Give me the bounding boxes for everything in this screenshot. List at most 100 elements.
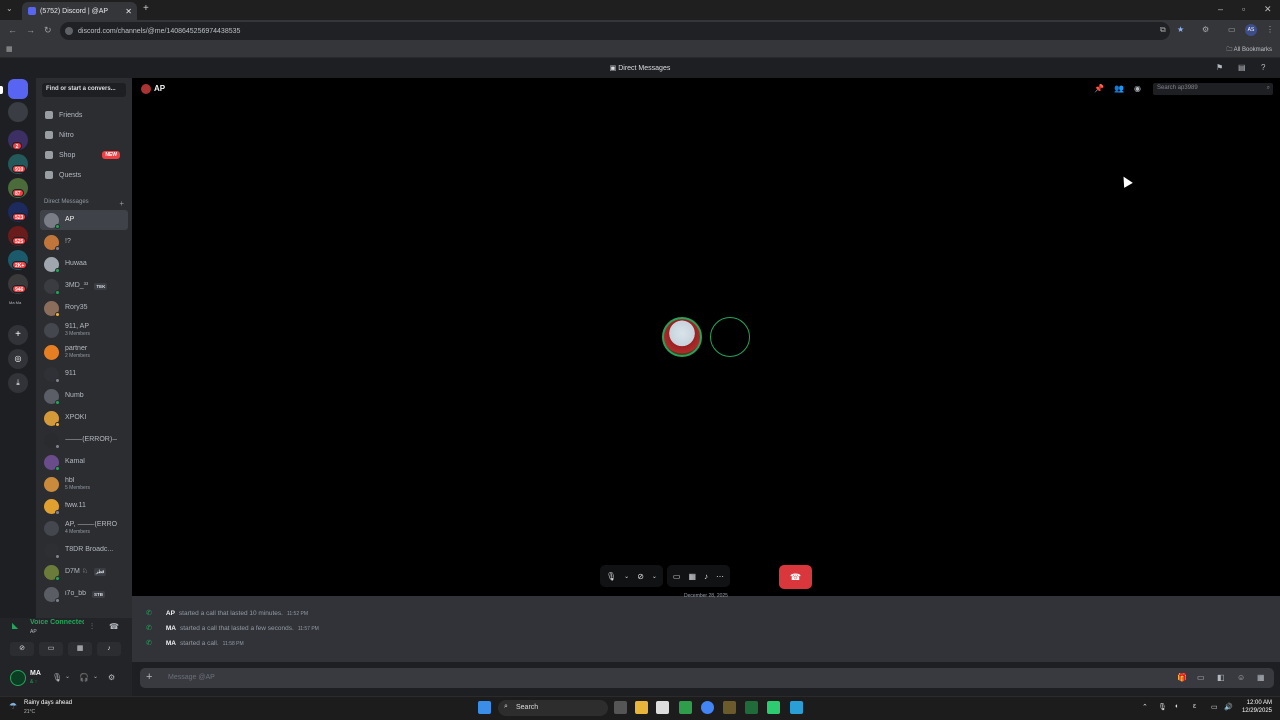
discover-compass-icon[interactable]: ◎ bbox=[8, 349, 28, 369]
dm-item[interactable]: Rory35 bbox=[40, 298, 128, 318]
chrome-icon[interactable] bbox=[701, 701, 714, 714]
tab-close-icon[interactable]: ✕ bbox=[125, 7, 132, 16]
mic-icon[interactable]: 🎙 bbox=[52, 673, 62, 682]
dm-item[interactable]: AP, ⸻(ERRO...4 Members bbox=[40, 518, 128, 538]
dm-item[interactable]: 911, AP 3 Members bbox=[40, 320, 128, 340]
activities-button[interactable]: ▦ bbox=[68, 642, 92, 656]
cast-icon[interactable]: ▭ bbox=[1228, 25, 1236, 34]
task-view-icon[interactable] bbox=[614, 701, 627, 714]
clock[interactable]: 12:00 AM 12/29/2025 bbox=[1236, 699, 1272, 715]
chevron-down-icon[interactable]: ⌄ bbox=[65, 673, 70, 680]
dm-item[interactable]: Numb bbox=[40, 386, 128, 406]
create-dm-icon[interactable]: + bbox=[119, 199, 124, 208]
nav-nitro[interactable]: Nitro bbox=[40, 126, 128, 144]
message-input[interactable]: Message @AP bbox=[168, 674, 215, 681]
voice-status[interactable]: Voice Connected bbox=[30, 619, 84, 626]
disconnect-icon[interactable]: ☎ bbox=[109, 622, 119, 631]
soundboard-icon[interactable]: ♪ bbox=[704, 572, 708, 581]
taskbar-search[interactable]: ⌕ Search bbox=[498, 700, 608, 716]
weather-icon[interactable]: ☂ bbox=[9, 701, 17, 712]
home-discord-icon[interactable] bbox=[8, 79, 28, 99]
user-name[interactable]: MA bbox=[30, 670, 41, 677]
chevron-down-icon[interactable]: ⌄ bbox=[624, 573, 629, 580]
reload-icon[interactable]: ↻ bbox=[44, 25, 52, 36]
apps-icon[interactable]: ▦ bbox=[6, 45, 13, 53]
search-input[interactable]: Search ap3989 ⌕ bbox=[1153, 83, 1273, 95]
emoji-icon[interactable]: ☺ bbox=[1237, 673, 1245, 682]
apps-grid-icon[interactable]: ▦ bbox=[1257, 673, 1265, 682]
end-call-button[interactable]: ☎ bbox=[779, 565, 812, 589]
screenshare-button[interactable]: ▭ bbox=[39, 642, 63, 656]
video-toggle-button[interactable]: ⊘ bbox=[10, 642, 34, 656]
profile-avatar[interactable]: AS bbox=[1245, 24, 1257, 36]
pin-icon[interactable]: 📌 bbox=[1094, 84, 1104, 93]
window-close-icon[interactable]: ✕ bbox=[1264, 4, 1272, 15]
add-friends-icon[interactable]: 👥 bbox=[1114, 84, 1124, 93]
dm-item[interactable]: hbl 5 Members bbox=[40, 474, 128, 494]
maximize-icon[interactable]: ▫ bbox=[1242, 4, 1245, 14]
dm-item[interactable]: i7o_bb STB bbox=[40, 584, 128, 604]
forward-icon[interactable]: → bbox=[26, 25, 35, 35]
site-info-icon[interactable] bbox=[65, 27, 73, 35]
dm-item[interactable]: Huwaa bbox=[40, 254, 128, 274]
inbox-icon[interactable]: ▤ bbox=[1238, 63, 1246, 72]
upload-plus-icon[interactable]: + bbox=[146, 671, 152, 683]
help-icon[interactable]: ? bbox=[1261, 63, 1265, 72]
more-icon[interactable]: ⋯ bbox=[716, 572, 724, 581]
dm-item[interactable]: !? bbox=[40, 232, 128, 252]
dm-item[interactable]: 3MD_³³ TEK bbox=[40, 276, 128, 296]
app-icon[interactable] bbox=[767, 701, 780, 714]
nav-quests[interactable]: Quests bbox=[40, 166, 128, 184]
camera-off-icon[interactable]: ⊘ bbox=[637, 572, 644, 581]
activities-icon[interactable]: ▦ bbox=[688, 572, 696, 581]
tray-lang-icon[interactable]: ε bbox=[1193, 703, 1196, 710]
tray-app-icon[interactable]: ◐ bbox=[1175, 703, 1179, 710]
browser-tab[interactable]: (5752) Discord | @AP ✕ bbox=[22, 2, 137, 20]
dm-item[interactable]: D7M ♘ قطر bbox=[40, 562, 128, 582]
server-icon[interactable] bbox=[8, 102, 28, 122]
nav-friends[interactable]: Friends bbox=[40, 106, 128, 124]
tray-mic-icon[interactable]: 🎙 bbox=[1158, 703, 1167, 711]
call-participant-avatar[interactable] bbox=[710, 317, 750, 357]
chevron-down-icon[interactable]: ⌄ bbox=[93, 673, 98, 680]
download-icon[interactable]: ⤓ bbox=[8, 373, 28, 393]
translate-icon[interactable]: ⧉ bbox=[1160, 25, 1166, 35]
file-explorer-icon[interactable] bbox=[635, 701, 648, 714]
dm-item[interactable]: partner 2 Members bbox=[40, 342, 128, 362]
excel-icon[interactable] bbox=[745, 701, 758, 714]
windows-start-icon[interactable] bbox=[478, 701, 491, 714]
mic-icon[interactable]: 🎙 bbox=[606, 572, 616, 581]
soundboard-button[interactable]: ♪ bbox=[97, 642, 121, 656]
minimize-icon[interactable]: – bbox=[1218, 4, 1223, 14]
network-icon[interactable]: ▭ bbox=[1211, 703, 1218, 711]
dm-item[interactable]: T8DR Broadc... bbox=[40, 540, 128, 560]
inbox-flag-icon[interactable]: ⚑ bbox=[1216, 63, 1223, 72]
call-participant-avatar[interactable] bbox=[662, 317, 702, 357]
profile-icon[interactable]: ◉ bbox=[1134, 84, 1141, 93]
telegram-icon[interactable] bbox=[790, 701, 803, 714]
sticker-icon[interactable]: ◧ bbox=[1217, 673, 1225, 682]
extensions-icon[interactable]: ⚙ bbox=[1202, 25, 1209, 34]
chevron-down-icon[interactable]: ⌄ bbox=[652, 573, 657, 580]
avatar[interactable] bbox=[10, 670, 26, 686]
url-input[interactable]: discord.com/channels/@me/140864525697443… bbox=[60, 22, 1170, 40]
weather-title[interactable]: Rainy days ahead bbox=[24, 700, 72, 706]
back-icon[interactable]: ← bbox=[8, 25, 17, 35]
dm-item[interactable]: ⸻(ERROR)⸻ bbox=[40, 430, 128, 450]
gif-icon[interactable]: ▭ bbox=[1197, 673, 1205, 682]
menu-icon[interactable]: ⋮ bbox=[1266, 25, 1274, 34]
all-bookmarks-link[interactable]: 🗀 All Bookmarks bbox=[1226, 45, 1272, 55]
find-conversation-button[interactable]: Find or start a convers... bbox=[42, 83, 126, 97]
gift-icon[interactable]: 🎁 bbox=[1177, 673, 1187, 682]
bookmark-star-icon[interactable]: ★ bbox=[1177, 25, 1184, 34]
headphones-icon[interactable]: 🎧 bbox=[79, 673, 89, 682]
tab-search-icon[interactable]: ⌄ bbox=[6, 4, 13, 13]
nav-shop[interactable]: Shop NEW bbox=[40, 146, 128, 164]
dm-item[interactable]: Kamal bbox=[40, 452, 128, 472]
dm-item[interactable]: 911 bbox=[40, 364, 128, 384]
new-tab-icon[interactable]: + bbox=[143, 3, 149, 14]
noise-suppression-icon[interactable]: ⫶ bbox=[91, 622, 93, 632]
xbox-icon[interactable] bbox=[679, 701, 692, 714]
settings-gear-icon[interactable]: ⚙ bbox=[108, 673, 115, 682]
volume-icon[interactable]: 🔊 bbox=[1224, 703, 1233, 711]
